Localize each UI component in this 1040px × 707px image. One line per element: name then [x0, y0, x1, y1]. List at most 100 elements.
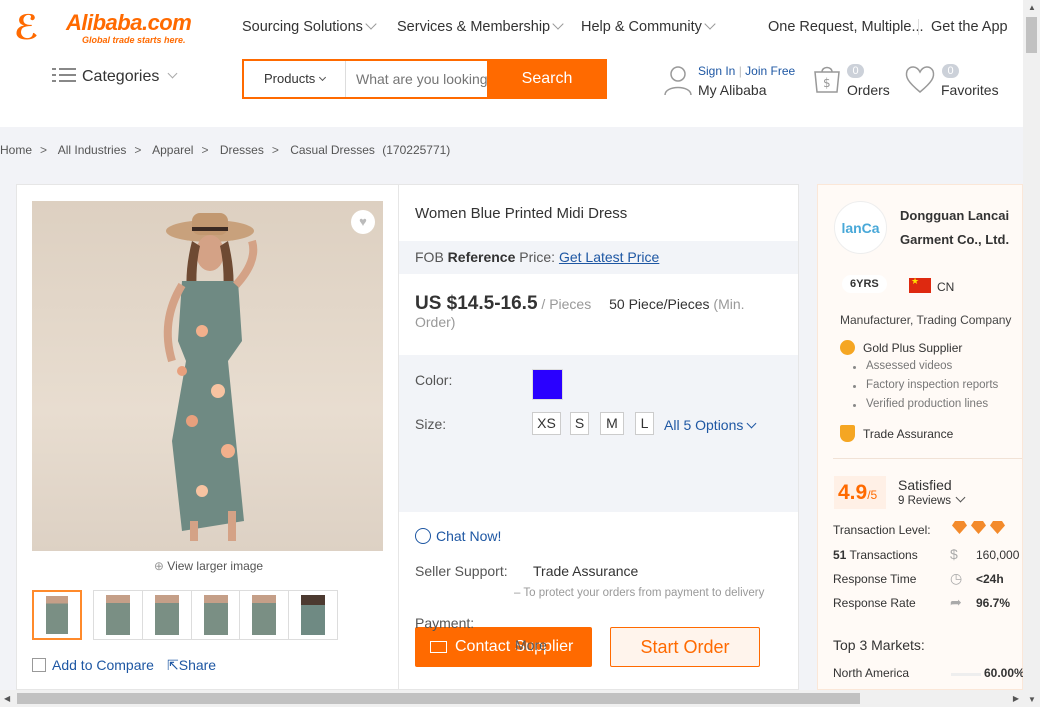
view-larger-label: View larger image: [167, 559, 264, 573]
fob-price-row: FOB Reference Price: Get Latest Price: [399, 241, 798, 274]
response-rate-label: Response Rate: [833, 596, 916, 610]
nav-label: Services & Membership: [397, 19, 551, 35]
scroll-down-arrow-icon[interactable]: ▼: [1028, 695, 1036, 704]
vertical-scrollbar[interactable]: ▲ ▼: [1023, 0, 1040, 707]
diamond-icon: [990, 521, 1005, 534]
view-larger-image-link[interactable]: ⊕ View larger image: [17, 559, 400, 573]
supplier-name[interactable]: Dongguan Lancai Garment Co., Ltd.: [900, 204, 1018, 252]
start-order-button[interactable]: Start Order: [610, 627, 760, 667]
chevron-down-icon: [319, 73, 327, 82]
size-option-s[interactable]: S: [570, 412, 589, 435]
supplier-trade-assurance[interactable]: Trade Assurance: [840, 425, 953, 442]
chat-now-label: Chat Now!: [436, 528, 502, 544]
get-latest-price-link[interactable]: Get Latest Price: [559, 249, 659, 265]
trade-assurance-note: – To protect your orders from payment to…: [514, 587, 765, 599]
transactions-count: 51: [833, 548, 847, 562]
fob-bold: Reference: [447, 249, 516, 265]
chevron-down-icon: [552, 18, 564, 30]
chat-icon: [415, 528, 431, 544]
share-button[interactable]: ⇱Share: [167, 657, 216, 674]
favorite-heart-icon[interactable]: ♥: [351, 210, 375, 234]
envelope-icon: [430, 641, 447, 653]
price-row: US $14.5-16.5 / Pieces 50 Piece/Pieces (…: [415, 293, 785, 331]
chevron-down-icon: [955, 492, 966, 503]
thumbnail[interactable]: [191, 590, 241, 640]
thumbnail[interactable]: [288, 590, 338, 640]
seller-support-label: Seller Support:: [415, 563, 508, 579]
orders-bag-icon: $: [814, 66, 840, 93]
contact-supplier-button[interactable]: Contact Supplier: [415, 627, 592, 667]
nav-sourcing-solutions[interactable]: Sourcing Solutions: [242, 18, 377, 35]
nav-services-membership[interactable]: Services & Membership: [397, 18, 564, 35]
breadcrumb-casual-dresses[interactable]: Casual Dresses: [290, 143, 375, 157]
nav-one-request[interactable]: One Request, Multiple...: [768, 19, 924, 35]
vertical-scroll-thumb[interactable]: [1026, 17, 1037, 53]
response-rate-value: 96.7%: [976, 596, 1011, 610]
nav-help-community[interactable]: Help & Community: [581, 18, 716, 35]
add-to-compare[interactable]: Add to Compare: [32, 657, 154, 673]
price-unit: / Pieces: [541, 296, 592, 312]
feature-verified-production[interactable]: Verified production lines: [852, 398, 988, 410]
breadcrumb-product-id: (170225771): [382, 143, 451, 157]
main-product-image[interactable]: ♥: [32, 201, 383, 551]
size-option-m[interactable]: M: [600, 412, 624, 435]
top-markets-label: Top 3 Markets:: [833, 637, 925, 653]
reviews-link[interactable]: 9 Reviews: [898, 492, 966, 507]
horizontal-scroll-thumb[interactable]: [17, 693, 860, 704]
breadcrumb-apparel[interactable]: Apparel: [152, 143, 193, 157]
breadcrumb-home[interactable]: Home: [0, 143, 32, 157]
scroll-up-arrow-icon[interactable]: ▲: [1028, 3, 1036, 12]
transactions-value: 160,000+: [976, 548, 1020, 562]
supplier-logo[interactable]: lanCa: [834, 201, 887, 254]
orders-count-badge: 0: [847, 64, 864, 78]
breadcrumb-all-industries[interactable]: All Industries: [58, 143, 127, 157]
horizontal-scrollbar[interactable]: ◀ ▶: [0, 690, 1023, 707]
alibaba-logo-mark-icon: ℰ: [14, 8, 39, 48]
gold-plus-supplier[interactable]: Gold Plus Supplier: [840, 340, 962, 355]
size-option-xs[interactable]: XS: [532, 412, 561, 435]
clock-icon: ◷: [950, 570, 963, 586]
thumbnail[interactable]: [93, 590, 143, 640]
thumbnail[interactable]: [32, 590, 82, 640]
product-title: Women Blue Printed Midi Dress: [415, 205, 628, 222]
nav-get-app[interactable]: Get the App: [918, 19, 1008, 35]
chevron-down-icon: [746, 418, 757, 429]
breadcrumb-dresses[interactable]: Dresses: [220, 143, 264, 157]
price-value: US $14.5-16.5: [415, 293, 538, 314]
fob-suffix: Price:: [519, 249, 556, 265]
more-link[interactable]: More: [515, 637, 547, 653]
logo-tagline: Global trade starts here.: [82, 35, 186, 45]
search-button[interactable]: Search: [487, 59, 607, 99]
feature-factory-inspection[interactable]: Factory inspection reports: [852, 379, 998, 391]
my-alibaba-label: My Alibaba: [698, 82, 767, 98]
chevron-down-icon: [167, 68, 178, 79]
alibaba-logo[interactable]: ℰ Alibaba.com Global trade starts here.: [14, 10, 214, 50]
thumbnail[interactable]: [142, 590, 192, 640]
sign-in-link[interactable]: Sign In: [698, 64, 735, 78]
scroll-right-arrow-icon[interactable]: ▶: [1013, 694, 1019, 703]
country-code: CN: [937, 280, 955, 294]
join-free-link[interactable]: Join Free: [745, 64, 795, 78]
categories-menu[interactable]: Categories: [52, 67, 178, 86]
user-icon: [664, 66, 692, 96]
breadcrumb: Home > All Industries > Apparel > Dresses > …: [0, 143, 451, 157]
chat-now-link[interactable]: Chat Now!: [415, 528, 501, 544]
scroll-left-arrow-icon[interactable]: ◀: [4, 694, 10, 703]
color-swatch[interactable]: [532, 369, 563, 400]
compare-checkbox[interactable]: [32, 658, 46, 672]
all-options-link[interactable]: All 5 Options: [664, 417, 757, 433]
logo-text: Alibaba.com: [66, 10, 192, 35]
transactions-label: 51 Transactions: [833, 548, 918, 562]
divider: [833, 458, 1022, 459]
trade-assurance-shield-icon: [840, 425, 855, 442]
search-scope-select[interactable]: Products: [244, 61, 346, 97]
feature-assessed-videos[interactable]: Assessed videos: [852, 360, 952, 372]
search-input[interactable]: [347, 61, 487, 97]
dress-model-illustration: [163, 213, 258, 541]
all-options-label: All 5 Options: [664, 417, 744, 433]
thumbnail[interactable]: [239, 590, 289, 640]
moq-value: 50 Piece/Pieces: [609, 296, 710, 312]
payment-label: Payment:: [415, 615, 475, 631]
gold-plus-label: Gold Plus Supplier: [863, 341, 963, 355]
size-option-l[interactable]: L: [635, 412, 654, 435]
